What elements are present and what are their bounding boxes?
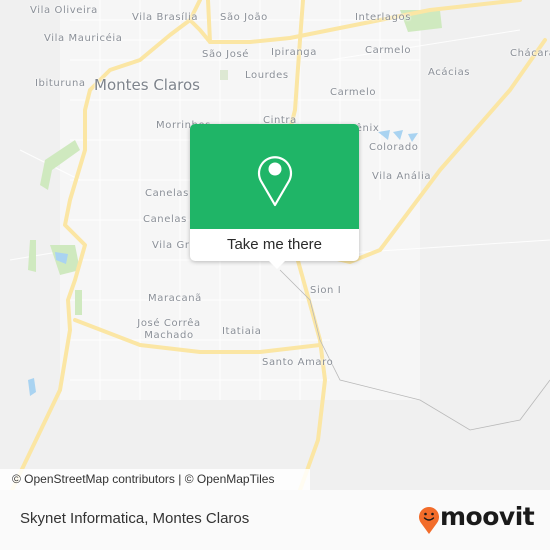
place-label: José Corrêa Machado [137,318,201,341]
moovit-pin-icon [419,507,439,534]
place-label: Maracanã [148,293,202,304]
place-label: Ipiranga [271,47,317,58]
place-label: Ibituruna [35,78,86,89]
map-pin-icon [257,156,293,207]
place-label: Santo Amaro [262,357,334,368]
place-label: Carmelo [365,45,412,56]
place-label: São João [220,12,268,23]
moovit-wordmark: moovit [440,502,535,531]
map-attribution[interactable]: © OpenStreetMap contributors | © OpenMap… [0,469,310,490]
take-me-there-button[interactable]: Take me there [190,229,359,261]
popup-header [190,124,359,229]
place-label: Sion I [310,285,342,296]
place-label: Interlagos [355,12,412,23]
place-label: Vila Brasília [132,12,199,23]
popup-pointer [268,260,286,269]
place-label: Canelas [143,214,187,225]
location-title: Skynet Informatica, Montes Claros [20,510,250,527]
place-label: Chácara [510,48,550,59]
place-label: São José [202,49,250,60]
place-label: Canelas [145,188,189,199]
place-label: Itatiaia [222,326,262,337]
city-label: Montes Claros [94,76,200,94]
location-popup[interactable]: Take me there [190,124,359,269]
place-label: Lourdes [245,70,289,81]
place-label: Acácias [428,67,471,78]
place-label: Carmelo [330,87,377,98]
place-label: Colorado [369,142,419,153]
place-label: Vila Mauricéia [44,33,123,44]
place-label: Vila Oliveira [30,5,98,16]
place-label: Vila Anália [372,171,432,182]
